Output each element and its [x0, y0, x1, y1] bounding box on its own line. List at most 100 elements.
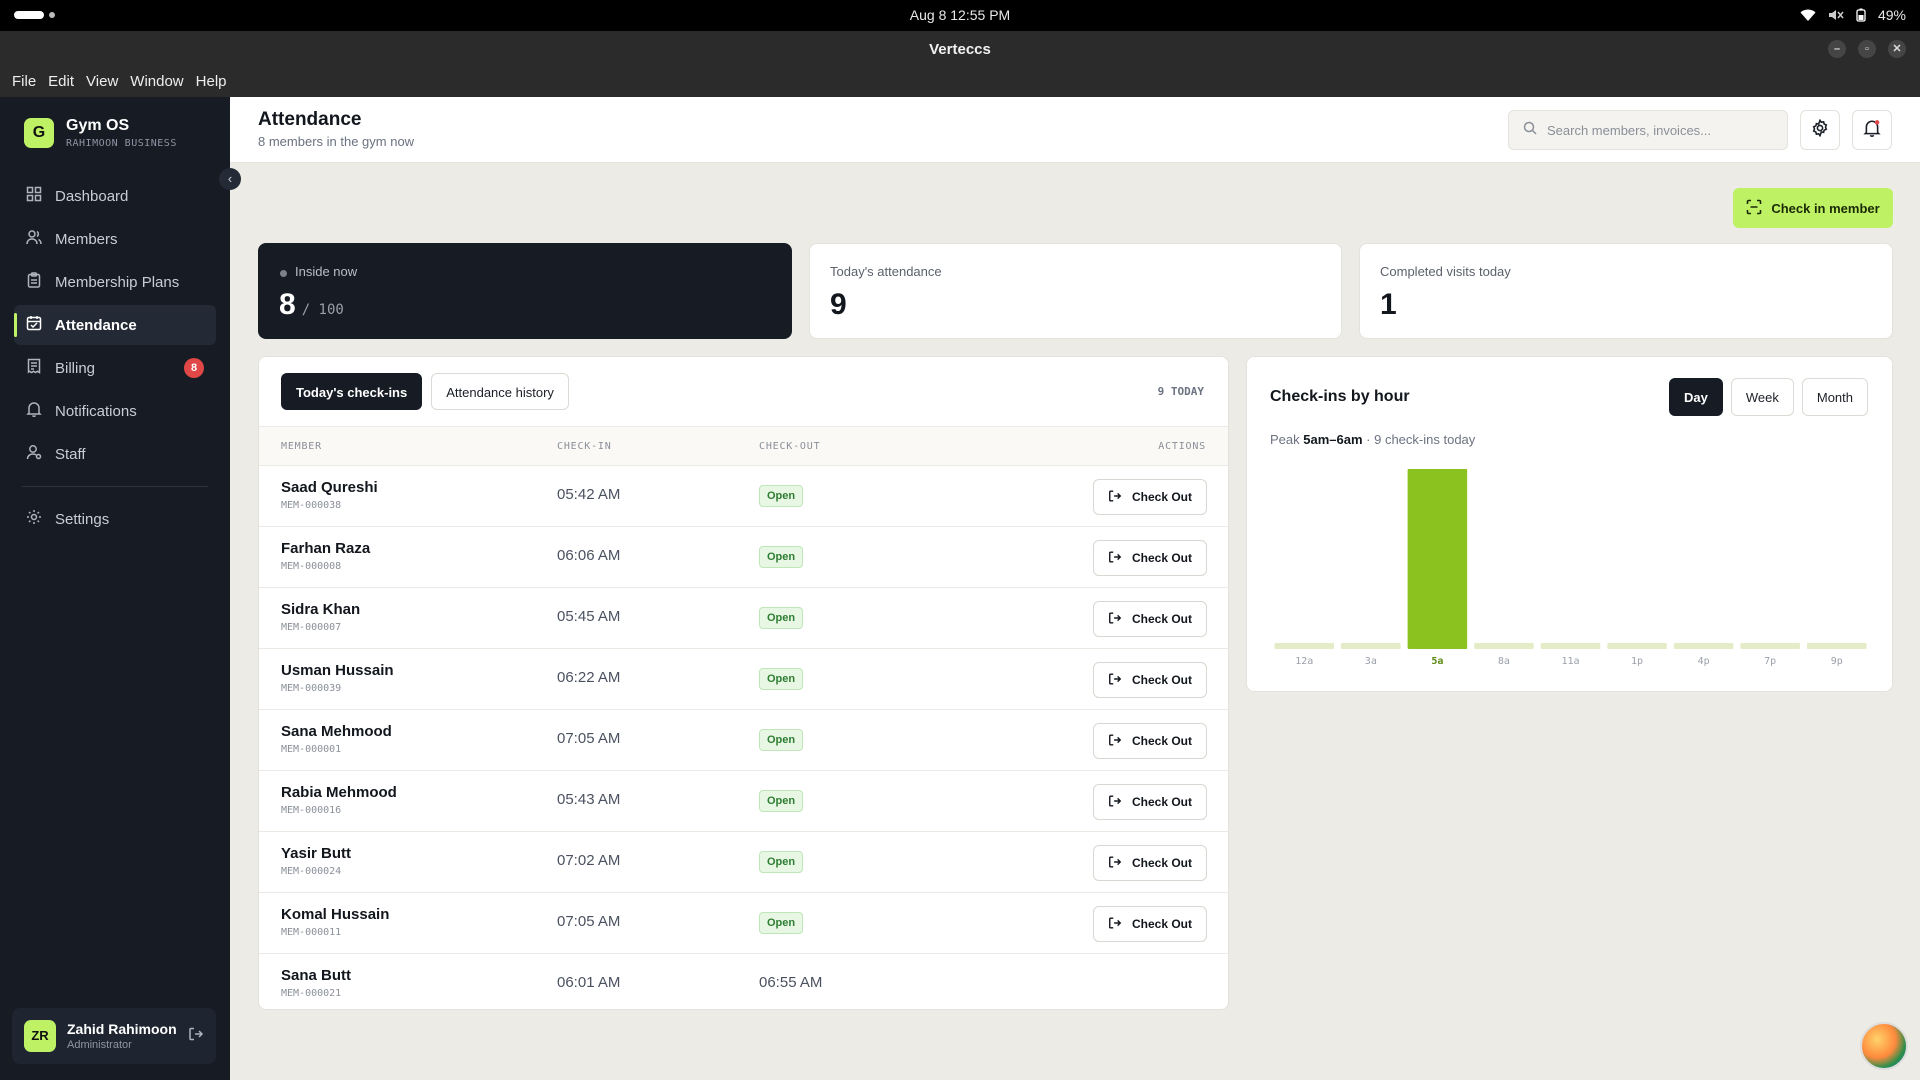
collapse-sidebar-button[interactable]: ‹ [219, 168, 241, 190]
check-out-button[interactable]: Check Out [1093, 784, 1207, 820]
member-id: MEM-000007 [281, 622, 342, 633]
main-content: Attendance 8 members in the gym now Chec… [230, 97, 1920, 1080]
search-input[interactable] [1547, 122, 1767, 138]
brand[interactable]: G Gym OS RAHIMOON BUSINESS [24, 117, 177, 149]
member-name[interactable]: Rabia Mehmood [281, 784, 397, 801]
sidebar-item-billing[interactable]: Billing 8 [14, 348, 216, 388]
menu-edit[interactable]: Edit [42, 68, 80, 97]
sidebar-item-label: Staff [55, 445, 86, 463]
member-name[interactable]: Komal Hussain [281, 906, 389, 923]
check-out-button[interactable]: Check Out [1093, 906, 1207, 942]
logout-icon [1108, 794, 1122, 811]
bar-5a[interactable] [1407, 469, 1468, 649]
sidebar-item-staff[interactable]: Staff [14, 434, 216, 474]
bar-9p[interactable] [1806, 643, 1867, 649]
check-out-button[interactable]: Check Out [1093, 540, 1207, 576]
check-out-button[interactable]: Check Out [1093, 662, 1207, 698]
table-row: Sidra Khan MEM-000007 05:45 AM Open Check Ou… [259, 588, 1228, 649]
check-out-label: Check Out [1131, 551, 1192, 565]
calendar-icon [26, 315, 42, 335]
stat-label: Completed visits today [1380, 264, 1511, 279]
check-out-button[interactable]: Check Out [1093, 601, 1207, 637]
search-icon [1523, 121, 1537, 140]
logout-icon [1108, 489, 1122, 506]
tab-todays-checkins[interactable]: Today's check-ins [281, 373, 423, 410]
logout-icon[interactable] [188, 1026, 204, 1047]
sidebar-item-attendance[interactable]: Attendance [14, 305, 216, 345]
menu-view[interactable]: View [80, 68, 124, 97]
bar-1p[interactable] [1607, 643, 1667, 649]
member-name[interactable]: Saad Qureshi [281, 479, 378, 496]
check-out-button[interactable]: Check Out [1093, 845, 1207, 881]
user-card[interactable]: ZR Zahid Rahimoon Administrator [12, 1008, 216, 1064]
bar-11a[interactable] [1540, 643, 1601, 649]
table-row: Komal Hussain MEM-000011 07:05 AM Open Check… [259, 893, 1228, 954]
bar-7p[interactable] [1740, 643, 1800, 649]
desktop-app-icon[interactable] [1860, 1022, 1908, 1070]
scan-icon [1746, 199, 1762, 218]
battery-percent: 49% [1877, 7, 1906, 23]
close-icon[interactable]: ✕ [1888, 40, 1906, 58]
member-name[interactable]: Sana Mehmood [281, 723, 392, 740]
live-dot [280, 270, 287, 277]
x-tick-label: 9p [1831, 656, 1843, 667]
wifi-icon [1800, 8, 1816, 22]
minimize-icon[interactable]: – [1828, 40, 1846, 58]
member-name[interactable]: Farhan Raza [281, 540, 370, 557]
os-clock[interactable]: Aug 8 12:55 PM [0, 7, 1920, 23]
logout-icon [1108, 550, 1122, 567]
x-tick-label: 1p [1631, 656, 1643, 667]
member-name[interactable]: Yasir Butt [281, 845, 351, 862]
sidebar-item-settings[interactable]: Settings [14, 499, 216, 539]
bar-12a[interactable] [1274, 643, 1335, 649]
sidebar-item-dashboard[interactable]: Dashboard [14, 176, 216, 216]
x-tick-label: 3a [1365, 656, 1377, 667]
check-out-button[interactable]: Check Out [1093, 479, 1207, 515]
receipt-icon [26, 358, 42, 378]
table-row: Sana Butt MEM-000021 06:01 AM 06:55 AM [259, 954, 1228, 1009]
search-box[interactable] [1508, 110, 1788, 150]
brand-logo: G [24, 118, 54, 148]
x-tick-label: 5a [1431, 656, 1443, 667]
system-tray[interactable]: 49% [1800, 7, 1906, 23]
menu-file[interactable]: File [6, 68, 42, 97]
check-in-time: 05:42 AM [557, 486, 621, 503]
table-tabs: Today's check-ins Attendance history [281, 373, 569, 410]
settings-button[interactable] [1800, 110, 1840, 150]
bar-8a[interactable] [1474, 643, 1534, 649]
menu-window[interactable]: Window [124, 68, 189, 97]
stat-inside-now: Inside now 8 / 100 [258, 243, 792, 339]
check-out-label: Check Out [1131, 856, 1192, 870]
menu-bar: File Edit View Window Help [0, 68, 1920, 97]
today-count: 9 TODAY [1157, 385, 1204, 398]
brand-subtitle: RAHIMOON BUSINESS [66, 138, 177, 149]
x-tick-label: 4p [1698, 656, 1710, 667]
sidebar-divider [22, 486, 208, 487]
check-out-label: Check Out [1131, 795, 1192, 809]
avatar: ZR [24, 1020, 56, 1052]
stat-value: 8 / 100 [279, 288, 344, 322]
restore-icon[interactable]: ▫ [1858, 40, 1876, 58]
check-in-time: 07:02 AM [557, 852, 621, 869]
check-in-member-button[interactable]: Check in member [1733, 188, 1893, 228]
bell-icon [26, 401, 42, 421]
user-icon [26, 444, 42, 464]
window-title-bar: Vertecсs – ▫ ✕ [0, 31, 1920, 68]
billing-count-badge: 8 [184, 358, 204, 378]
member-name[interactable]: Usman Hussain [281, 662, 394, 679]
check-out-button[interactable]: Check Out [1093, 723, 1207, 759]
sidebar-item-members[interactable]: Members [14, 219, 216, 259]
sidebar-item-label: Membership Plans [55, 273, 180, 291]
member-name[interactable]: Sidra Khan [281, 601, 360, 618]
notifications-button[interactable] [1852, 110, 1892, 150]
table-row: Yasir Butt MEM-000024 07:02 AM Open Check Ou… [259, 832, 1228, 893]
status-badge: Open [759, 546, 804, 568]
sidebar-item-notifications[interactable]: Notifications [14, 391, 216, 431]
member-name[interactable]: Sana Butt [281, 967, 351, 984]
bar-4p[interactable] [1673, 643, 1734, 649]
sidebar-item-membership-plans[interactable]: Membership Plans [14, 262, 216, 302]
tab-attendance-history[interactable]: Attendance history [431, 373, 569, 410]
bar-3a[interactable] [1341, 643, 1401, 649]
os-top-bar: Aug 8 12:55 PM 49% [0, 0, 1920, 31]
menu-help[interactable]: Help [190, 68, 233, 97]
